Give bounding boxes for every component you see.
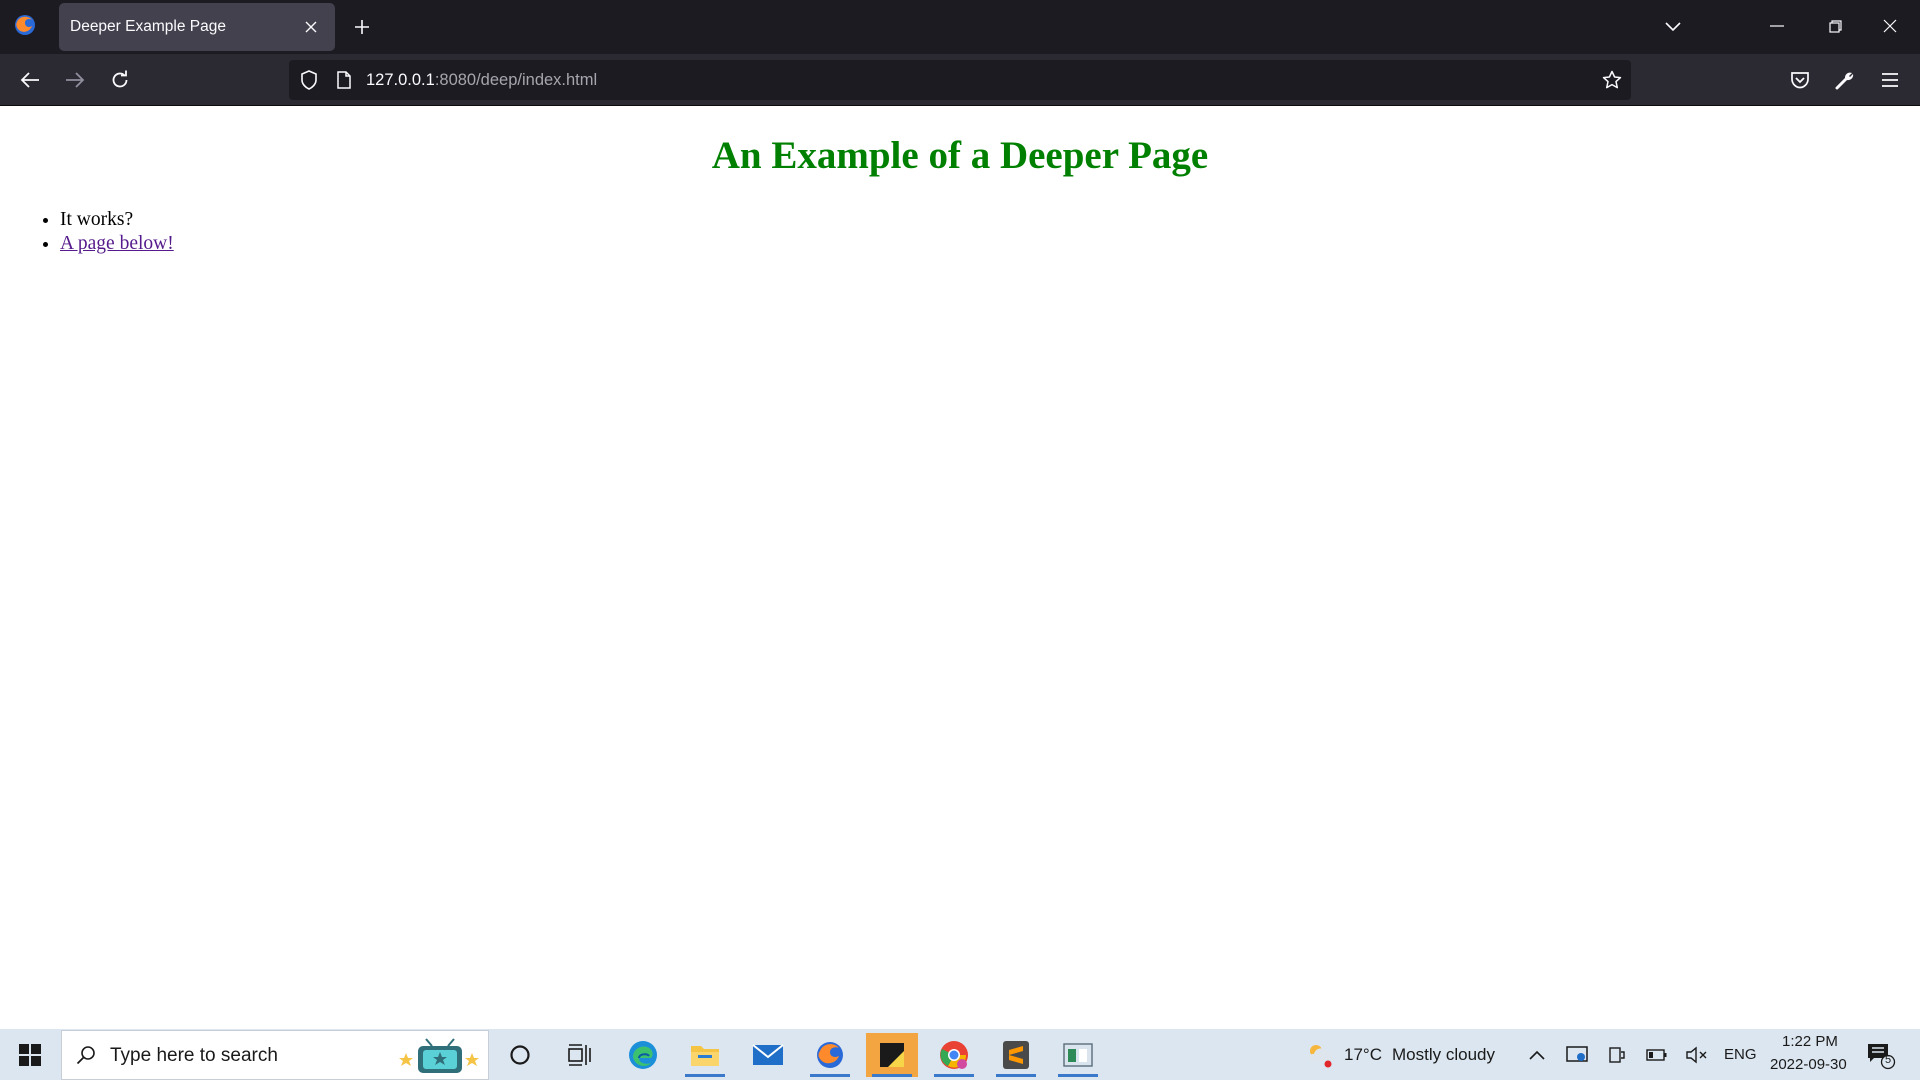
running-indicator — [996, 1074, 1036, 1077]
windows-taskbar: Type here to search 17°C Mostly cloudy E… — [0, 1029, 1920, 1080]
close-tab-icon[interactable] — [301, 17, 321, 37]
sticky-notes-icon[interactable] — [866, 1033, 918, 1077]
windows-start-icon[interactable] — [12, 1040, 48, 1070]
weather-condition[interactable]: Mostly cloudy — [1392, 1045, 1495, 1065]
firefox-logo-icon — [12, 12, 38, 38]
page-list: It works? A page below! — [60, 208, 174, 256]
navigation-toolbar: 127.0.0.1:8080/deep/index.html — [0, 54, 1920, 106]
file-explorer-icon[interactable] — [679, 1033, 731, 1077]
mail-icon[interactable] — [742, 1033, 794, 1077]
running-indicator — [810, 1074, 850, 1077]
sublime-text-icon[interactable] — [990, 1033, 1042, 1077]
list-item: A page below! — [60, 232, 174, 256]
pocket-icon[interactable] — [1786, 66, 1814, 94]
edge-browser-icon[interactable] — [617, 1033, 669, 1077]
app-window-icon[interactable] — [1052, 1033, 1104, 1077]
tracking-protection-shield-icon[interactable] — [298, 69, 320, 91]
cortana-icon[interactable] — [494, 1033, 546, 1077]
close-window-icon[interactable] — [1872, 10, 1908, 42]
running-indicator — [1058, 1074, 1098, 1077]
running-indicator — [872, 1074, 912, 1077]
meet-now-icon[interactable] — [1566, 1044, 1588, 1066]
list-item: It works? — [60, 208, 174, 232]
clock-date[interactable]: 2022-09-30 — [1770, 1056, 1847, 1073]
device-icon[interactable] — [1606, 1044, 1628, 1066]
taskbar-search-box[interactable]: Type here to search — [61, 1030, 489, 1080]
show-hidden-icons-chevron-icon[interactable] — [1526, 1044, 1548, 1066]
bookmark-star-icon[interactable] — [1601, 69, 1623, 91]
notification-count: 5 — [1884, 1054, 1892, 1066]
minimize-icon[interactable] — [1759, 10, 1795, 42]
weather-temperature[interactable]: 17°C — [1344, 1045, 1382, 1065]
url-bar[interactable]: 127.0.0.1:8080/deep/index.html — [289, 60, 1631, 100]
firefox-taskbar-icon[interactable] — [804, 1033, 856, 1077]
running-indicator — [934, 1074, 974, 1077]
battery-icon[interactable] — [1646, 1044, 1668, 1066]
url-path: :8080/deep/index.html — [434, 71, 598, 89]
list-all-tabs-chevron-icon[interactable] — [1660, 14, 1686, 40]
notifications-icon[interactable]: 5 — [1866, 1042, 1896, 1070]
page-heading: An Example of a Deeper Page — [711, 134, 1209, 177]
forward-arrow-icon[interactable] — [61, 66, 89, 94]
clock-time[interactable]: 1:22 PM — [1782, 1033, 1838, 1050]
url-host: 127.0.0.1 — [366, 71, 435, 89]
page-info-icon[interactable] — [333, 69, 355, 91]
page-content: An Example of a Deeper Page It works? A … — [0, 107, 1920, 1029]
running-indicator — [685, 1074, 725, 1077]
wrench-icon[interactable] — [1831, 66, 1859, 94]
url-text: 127.0.0.1:8080/deep/index.html — [366, 71, 597, 90]
back-arrow-icon[interactable] — [16, 66, 44, 94]
task-view-icon[interactable] — [554, 1033, 606, 1077]
page-below-link[interactable]: A page below! — [60, 233, 174, 254]
search-highlight-tv-icon — [398, 1037, 482, 1075]
chrome-icon[interactable] — [928, 1033, 980, 1077]
speaker-muted-icon[interactable] — [1686, 1044, 1708, 1066]
weather-cloudy-icon[interactable] — [1306, 1042, 1334, 1068]
list-item-text: It works? — [60, 209, 134, 230]
search-placeholder: Type here to search — [110, 1045, 278, 1066]
new-tab-button[interactable] — [349, 14, 375, 40]
reload-icon[interactable] — [106, 66, 134, 94]
tab-title: Deeper Example Page — [70, 18, 226, 35]
search-icon — [75, 1044, 97, 1066]
restore-icon[interactable] — [1817, 10, 1853, 42]
hamburger-menu-icon[interactable] — [1876, 66, 1904, 94]
tab-bar: Deeper Example Page — [0, 0, 1920, 54]
active-tab[interactable]: Deeper Example Page — [59, 3, 335, 51]
input-language[interactable]: ENG — [1724, 1046, 1757, 1063]
